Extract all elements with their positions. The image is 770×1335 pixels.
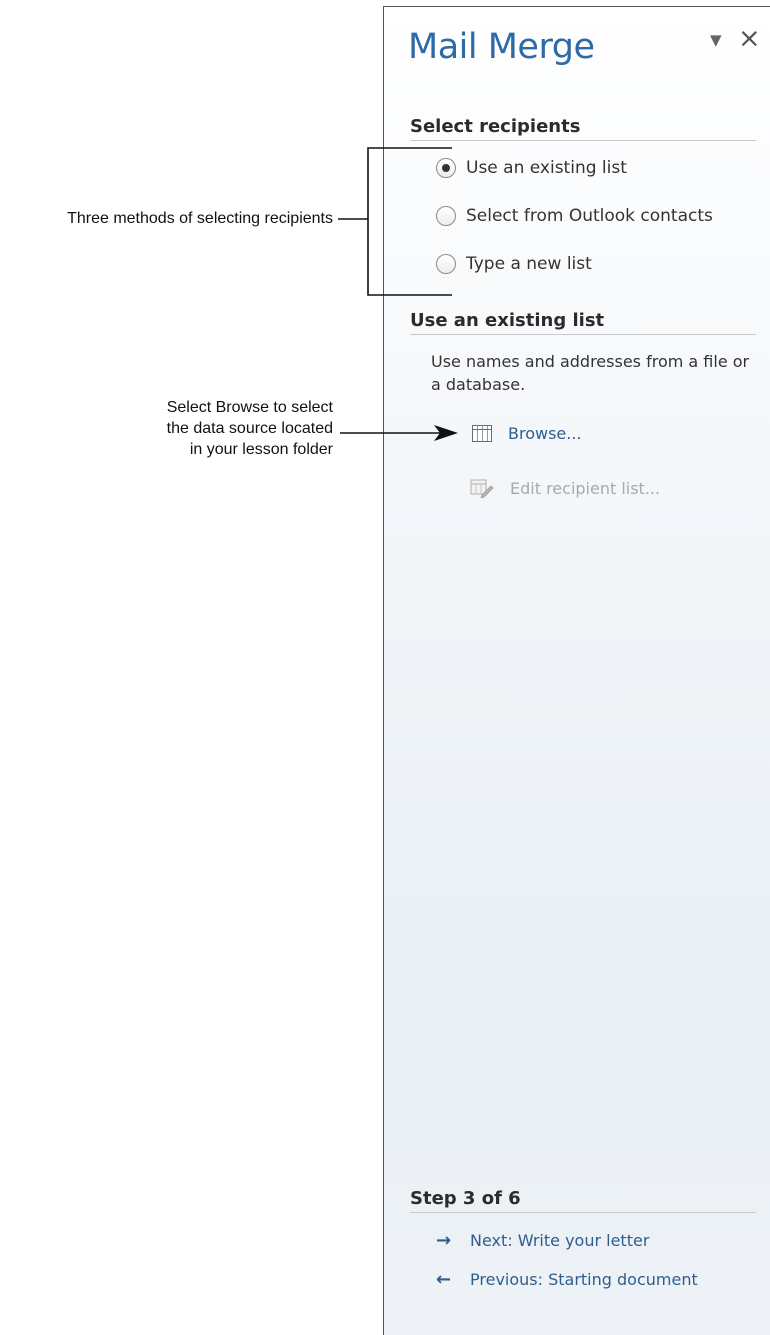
arrow-right-icon: → — [436, 1230, 452, 1251]
edit-list-icon — [470, 478, 494, 498]
callout-browse-line: in your lesson folder — [189, 441, 333, 458]
radio-select-outlook-contacts[interactable]: Select from Outlook contacts — [436, 206, 713, 226]
callout-browse-line: Select Browse to select — [166, 399, 333, 416]
pane-options-dropdown-icon[interactable]: ▼ — [710, 31, 722, 49]
step-indicator: Step 3 of 6 — [410, 1188, 756, 1213]
radio-use-existing-list[interactable]: Use an existing list — [436, 158, 627, 178]
browse-link[interactable]: Browse... — [472, 424, 582, 443]
pane-title: Mail Merge — [408, 27, 595, 67]
radio-label: Type a new list — [466, 254, 592, 274]
radio-type-new-list[interactable]: Type a new list — [436, 254, 592, 274]
use-existing-list-heading: Use an existing list — [410, 310, 756, 335]
edit-recipient-list-link[interactable]: Edit recipient list... — [470, 478, 660, 498]
radio-button-icon[interactable] — [436, 254, 456, 274]
previous-step-link[interactable]: ← Previous: Starting document — [436, 1269, 698, 1290]
callout-browse: Select Browse to select the data source … — [60, 397, 333, 460]
browse-label[interactable]: Browse... — [508, 424, 582, 443]
radio-button-checked-icon[interactable] — [436, 158, 456, 178]
prev-label[interactable]: Previous: Starting document — [470, 1270, 698, 1289]
edit-label: Edit recipient list... — [510, 478, 661, 498]
table-icon — [472, 425, 492, 442]
callout-methods: Three methods of selecting recipients — [67, 210, 333, 227]
next-label[interactable]: Next: Write your letter — [470, 1231, 649, 1250]
callout-browse-line: the data source located — [166, 420, 333, 437]
radio-button-icon[interactable] — [436, 206, 456, 226]
radio-label: Select from Outlook contacts — [466, 206, 713, 226]
next-step-link[interactable]: → Next: Write your letter — [436, 1230, 649, 1251]
mail-merge-pane: Mail Merge ▼ × Select recipients Use an … — [383, 6, 770, 1335]
select-recipients-heading: Select recipients — [410, 116, 756, 141]
arrow-left-icon: ← — [436, 1269, 452, 1290]
existing-list-description: Use names and addresses from a file or a… — [431, 352, 750, 394]
close-icon[interactable]: × — [738, 23, 761, 54]
radio-label: Use an existing list — [466, 158, 627, 178]
